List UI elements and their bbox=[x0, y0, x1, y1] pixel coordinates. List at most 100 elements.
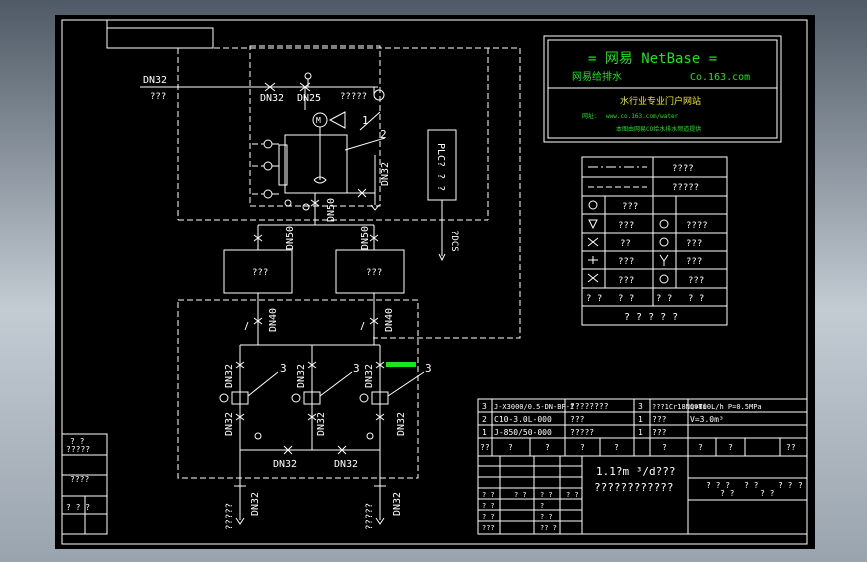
storage-tank-right-label: ??? bbox=[366, 268, 382, 278]
dn50-vertical-label: DN50 bbox=[326, 198, 337, 222]
dcs-label: ?DCS bbox=[449, 230, 459, 252]
legend-r8b: ? ? bbox=[618, 294, 634, 304]
legend-r5b: ??? bbox=[686, 239, 702, 249]
dn50-left-label: DN50 bbox=[285, 226, 296, 250]
bom-header-4: ? bbox=[614, 443, 619, 452]
legend-r4a: ??? bbox=[618, 221, 634, 231]
title-col-0: ? ? bbox=[514, 491, 527, 499]
bom-row2-rem: V=3.0m³ bbox=[690, 415, 724, 424]
bom-row2-name: C10-3.0L-000 bbox=[494, 415, 552, 424]
bom-header-6: ? bbox=[698, 443, 703, 452]
mixer-motor-label: M bbox=[316, 116, 321, 125]
drawing-subtitle: ???????????? bbox=[594, 481, 673, 494]
title-col-2: ? ? bbox=[566, 491, 579, 499]
legend-r8a: ? ? bbox=[586, 294, 602, 304]
title-row-3: ? ? bbox=[540, 513, 553, 521]
dn32-header-right-label: DN32 bbox=[334, 459, 358, 470]
dn32-label-a: DN32 bbox=[260, 93, 284, 104]
cad-drawing: = 网易 NetBase = 网易给排水 Co.163.com 水行业专业门户网… bbox=[55, 15, 815, 549]
title-row-4: ??? bbox=[482, 524, 495, 532]
legend-r5a: ?? bbox=[620, 239, 631, 249]
bom-row3-desc: ???????? bbox=[570, 402, 609, 411]
meter-label: ????? bbox=[340, 92, 367, 102]
legend-r2: ????? bbox=[672, 183, 699, 193]
bom-row2-spec: ??? bbox=[652, 415, 667, 424]
bom-header-7: ? bbox=[728, 443, 733, 452]
title-right-val-0: ? ? bbox=[720, 489, 735, 498]
bom-row3-no: 3 bbox=[482, 402, 487, 411]
dn32-pump1-label: DN32 bbox=[224, 364, 235, 388]
title-col-3: ? bbox=[540, 502, 544, 510]
item-3a-label: 3 bbox=[280, 362, 287, 375]
outlet-left-desc: ????? bbox=[225, 503, 235, 530]
item-2-label: 2 bbox=[380, 128, 387, 141]
dn32-header-left-label: DN32 bbox=[273, 459, 297, 470]
stamp-d: ? ? ? bbox=[66, 503, 90, 512]
dn32-discharge2-label: DN32 bbox=[316, 412, 327, 436]
netbase-sub-right: Co.163.com bbox=[690, 72, 750, 83]
dn40-right-label: DN40 bbox=[384, 308, 395, 332]
stamp-c: ???? bbox=[70, 475, 89, 484]
storage-tank-left-label: ??? bbox=[252, 268, 268, 278]
title-row-5: ?? ? bbox=[540, 524, 557, 532]
selection-highlight bbox=[386, 362, 416, 367]
dn32-outlet-left-label: DN32 bbox=[250, 492, 261, 516]
legend-r6b: ??? bbox=[686, 257, 702, 267]
legend-r4b: ???? bbox=[686, 221, 708, 231]
bom-header-8: ?? bbox=[786, 443, 796, 452]
bom-row1-spec: ??? bbox=[652, 428, 667, 437]
legend-r6a: ??? bbox=[618, 257, 634, 267]
netbase-line2: 网址: bbox=[582, 112, 598, 120]
bom-row3-qty: 3 bbox=[638, 402, 643, 411]
bom-header-5: ? bbox=[662, 443, 667, 452]
dn50-right-label: DN50 bbox=[360, 226, 371, 250]
netbase-line1: 水行业专业门户网站 bbox=[620, 95, 701, 107]
bom-row2-qty: 1 bbox=[638, 415, 643, 424]
bom-header-0: ?? bbox=[480, 443, 490, 452]
item-1-label: 1 bbox=[362, 114, 369, 127]
bom-row1-no: 1 bbox=[482, 428, 487, 437]
bom-row2-no: 2 bbox=[482, 415, 487, 424]
legend-r8c: ? ? bbox=[656, 294, 672, 304]
dn32-pump2-label: DN32 bbox=[296, 364, 307, 388]
bom-row3-rem: Q=800L/h P=0.5MPa bbox=[690, 403, 762, 411]
dn32-discharge3-label: DN32 bbox=[396, 412, 407, 436]
plc-label: PLC? ? ? bbox=[435, 143, 446, 191]
dn25-label: DN25 bbox=[297, 93, 321, 104]
legend-footer: ? ? ? ? ? bbox=[624, 312, 678, 323]
bom-row2-desc: ??? bbox=[570, 415, 585, 424]
item-3b-label: 3 bbox=[353, 362, 360, 375]
cad-viewport: = 网易 NetBase = 网易给排水 Co.163.com 水行业专业门户网… bbox=[0, 0, 867, 562]
drawing-title: 1.1?m ³/d??? bbox=[596, 465, 675, 478]
title-row-0: ? ? bbox=[482, 491, 495, 499]
bom-header-3: ? bbox=[580, 443, 585, 452]
bom-row1-qty: 1 bbox=[638, 428, 643, 437]
bom-row1-name: J-850/50-000 bbox=[494, 428, 552, 437]
dn32-pump3-label: DN32 bbox=[364, 364, 375, 388]
dn32-discharge1-label: DN32 bbox=[224, 412, 235, 436]
item-3c-label: 3 bbox=[425, 362, 432, 375]
netbase-line2-url: www.co.163.com/water bbox=[606, 113, 679, 120]
title-right-val-1: ? ? bbox=[760, 489, 775, 498]
dn32-vertical-label: DN32 bbox=[380, 162, 391, 186]
netbase-line3: 本图由网易CO给水排水频道提供 bbox=[616, 125, 701, 133]
legend-r1: ???? bbox=[672, 164, 694, 174]
inlet-desc-label: ??? bbox=[150, 92, 166, 102]
title-row-1: ? ? bbox=[482, 502, 495, 510]
legend-r3a: ??? bbox=[622, 202, 638, 212]
title-tr-3: ? bbox=[798, 481, 803, 490]
bom-row3-name: J-X3000/0.5-DN-BF-I bbox=[494, 403, 574, 411]
dn32-outlet-right-label: DN32 bbox=[392, 492, 403, 516]
stamp-b: ????? bbox=[66, 445, 90, 454]
title-row-2: ? ? bbox=[482, 513, 495, 521]
dn32-top-label: DN32 bbox=[143, 75, 167, 86]
title-tr-1: ? ? bbox=[744, 481, 759, 490]
bom-row1-desc: ????? bbox=[570, 428, 594, 437]
legend-r8d: ? ? bbox=[688, 294, 704, 304]
outlet-right-desc: ????? bbox=[365, 503, 375, 530]
bom-header-2: ? bbox=[545, 443, 550, 452]
netbase-title: = 网易 NetBase = bbox=[588, 51, 717, 67]
legend-r7a: ??? bbox=[618, 276, 634, 286]
netbase-sub-left: 网易给排水 bbox=[572, 70, 622, 83]
dn40-left-label: DN40 bbox=[268, 308, 279, 332]
